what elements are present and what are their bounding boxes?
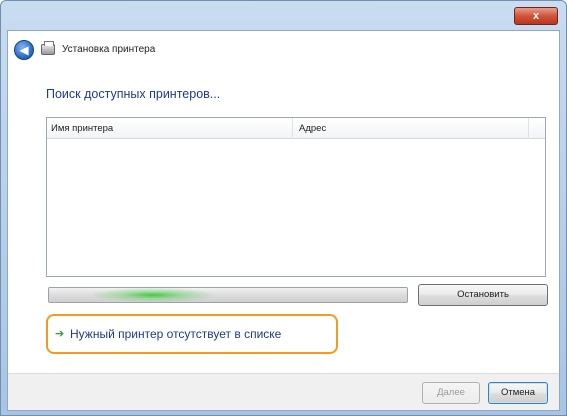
back-arrow-icon: ◀: [19, 43, 29, 57]
next-button[interactable]: Далее: [422, 382, 480, 404]
wizard-header: ◀ Установка принтера: [8, 35, 559, 65]
back-button[interactable]: ◀: [14, 40, 34, 60]
close-icon: x: [532, 10, 540, 22]
column-address[interactable]: Адрес: [293, 118, 529, 139]
column-printer-name[interactable]: Имя принтера: [47, 118, 293, 139]
progress-glow: [93, 288, 213, 302]
printer-not-listed-link[interactable]: Нужный принтер отсутствует в списке: [70, 327, 281, 341]
stop-button[interactable]: Остановить: [418, 284, 548, 306]
list-header: Имя принтера Адрес: [47, 118, 545, 139]
printer-list[interactable]: Имя принтера Адрес: [46, 117, 546, 277]
printer-icon: [41, 41, 55, 55]
wizard-title: Установка принтера: [62, 44, 156, 55]
green-arrow-icon: ➔: [55, 328, 65, 340]
cancel-button[interactable]: Отмена: [488, 382, 548, 404]
close-button[interactable]: x: [514, 7, 558, 25]
window: x ◀ Установка принтера Поиск доступных п…: [0, 0, 567, 416]
search-progress-bar: [48, 287, 408, 303]
wizard-content: ◀ Установка принтера Поиск доступных при…: [7, 30, 560, 411]
wizard-footer: Далее Отмена: [8, 373, 559, 410]
search-heading: Поиск доступных принтеров...: [46, 87, 221, 101]
